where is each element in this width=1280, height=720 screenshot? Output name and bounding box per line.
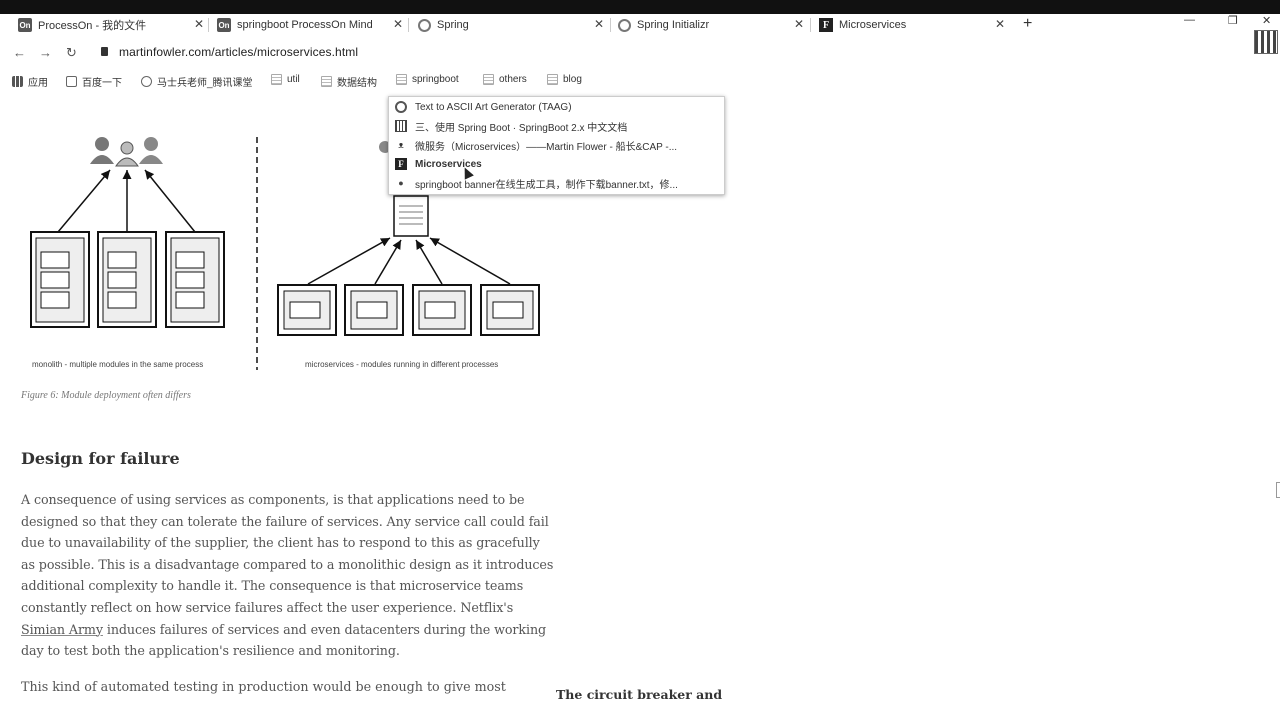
user-icon: [139, 137, 163, 164]
bookmark-folder-data-structure[interactable]: 数据结构: [321, 74, 377, 89]
menu-item-springboot-docs[interactable]: 三、使用 Spring Boot · SpringBoot 2.x 中文文档: [395, 117, 720, 135]
section-heading: Design for failure: [21, 449, 180, 468]
bookmark-folder-blog[interactable]: blog: [547, 74, 582, 85]
tab-divider: [408, 18, 409, 32]
scrollbar[interactable]: [1276, 482, 1280, 498]
close-icon[interactable]: ✕: [194, 17, 204, 31]
forward-button[interactable]: →: [39, 45, 52, 60]
tab-title: Spring: [437, 19, 469, 31]
tab-microservices[interactable]: F Microservices ✕: [819, 14, 1005, 36]
article-paragraph: A consequence of using services as compo…: [21, 489, 557, 662]
url-input[interactable]: martinfowler.com/articles/microservices.…: [119, 45, 358, 59]
close-icon[interactable]: ✕: [995, 17, 1005, 31]
tab-divider: [810, 18, 811, 32]
tab-springboot-processon[interactable]: On springboot ProcessOn Mind ✕: [217, 14, 403, 36]
minimize-button[interactable]: —: [1184, 14, 1195, 26]
folder-icon: [321, 76, 332, 87]
bookmark-folder-others[interactable]: others: [483, 74, 527, 85]
bookmark-folder-springboot[interactable]: springboot: [396, 74, 459, 85]
tab-spring[interactable]: Spring ✕: [418, 14, 604, 36]
server-icon: [30, 231, 90, 328]
martinfowler-icon: F: [395, 158, 407, 170]
window-close-button[interactable]: ✕: [1262, 14, 1271, 27]
close-icon[interactable]: ✕: [794, 17, 804, 31]
bookmark-folder-menu: Text to ASCII Art Generator (TAAG) 三、使用 …: [388, 96, 725, 195]
microservices-caption: microservices - modules running in diffe…: [305, 360, 499, 369]
menu-item-microservices[interactable]: F Microservices: [395, 155, 720, 173]
sidebar-title: The circuit breaker and: [556, 687, 723, 702]
tab-title: Spring Initializr: [637, 19, 710, 31]
tab-title: Microservices: [839, 19, 907, 31]
book-icon: [395, 120, 407, 132]
bookmark-label: 马士兵老师_腾讯课堂: [157, 78, 253, 89]
menu-item-label: Text to ASCII Art Generator (TAAG): [415, 101, 572, 113]
bookmark-label: 数据结构: [337, 78, 377, 89]
qr-code-icon[interactable]: [1254, 30, 1278, 54]
figure-caption: Figure 6: Module deployment often differ…: [21, 390, 191, 401]
new-tab-button[interactable]: +: [1023, 15, 1032, 33]
menu-item-label: 微服务（Microservices）——Martin Flower - 船长&C…: [415, 141, 678, 153]
bookmark-label: blog: [563, 74, 582, 85]
globe-icon: [395, 101, 407, 113]
folder-icon: [547, 74, 558, 85]
baidu-icon: [66, 76, 77, 87]
martinfowler-icon: F: [819, 18, 833, 32]
bookmark-apps[interactable]: 应用: [12, 74, 48, 89]
spring-icon: [418, 18, 431, 32]
tab-spring-initializr[interactable]: Spring Initializr ✕: [618, 14, 804, 36]
service-box: [412, 284, 472, 336]
lock-icon: [101, 47, 108, 56]
menu-item-label: Microservices: [415, 158, 482, 170]
simian-army-link[interactable]: Simian Army: [21, 622, 103, 637]
monolith-caption: monolith - multiple modules in the same …: [32, 360, 204, 369]
article-paragraph: This kind of automated testing in produc…: [21, 679, 506, 694]
tab-processon[interactable]: On ProcessOn - 我的文件 ✕: [18, 14, 204, 36]
tencent-class-icon: [141, 76, 152, 87]
document-icon: [393, 195, 429, 237]
folder-icon: [396, 74, 407, 85]
menu-item-label: 三、使用 Spring Boot · SpringBoot 2.x 中文文档: [415, 122, 628, 134]
user-icon: [90, 137, 114, 164]
tab-strip: On ProcessOn - 我的文件 ✕ On springboot Proc…: [0, 14, 1280, 36]
apps-grid-icon: [12, 76, 23, 87]
bookmark-baidu[interactable]: 百度一下: [66, 74, 122, 89]
user-icon: ᴥ: [398, 140, 404, 150]
spring-icon: [618, 18, 631, 32]
restore-button[interactable]: ❐: [1228, 14, 1238, 27]
tab-title: springboot ProcessOn Mind: [237, 19, 373, 31]
bookmark-label: 百度一下: [82, 78, 122, 89]
bookmark-folder-util[interactable]: util: [271, 74, 300, 85]
reload-button[interactable]: ↻: [66, 45, 77, 61]
user-icon: [115, 141, 139, 167]
tab-title: ProcessOn - 我的文件: [38, 20, 147, 32]
folder-icon: [271, 74, 282, 85]
menu-item-label: springboot banner在线生成工具，制作下载banner.txt，修…: [415, 179, 678, 191]
close-icon[interactable]: ✕: [594, 17, 604, 31]
back-button[interactable]: ←: [13, 45, 26, 60]
window-top-edge: [0, 0, 1280, 14]
bookmark-label: util: [287, 74, 300, 85]
tab-divider: [208, 18, 209, 32]
bookmark-tencent-class[interactable]: 马士兵老师_腾讯课堂: [141, 74, 253, 89]
menu-item-springboot-banner[interactable]: ● springboot banner在线生成工具，制作下载banner.txt…: [395, 174, 720, 192]
service-box: [344, 284, 404, 336]
processon-icon: On: [18, 18, 32, 32]
bookmark-label: 应用: [28, 78, 48, 89]
processon-icon: On: [217, 18, 231, 32]
paragraph-text: A consequence of using services as compo…: [21, 492, 554, 615]
folder-icon: [483, 74, 494, 85]
server-icon: [165, 231, 225, 328]
bookmark-label: others: [499, 74, 527, 85]
leaf-icon: ●: [398, 178, 404, 188]
service-box: [277, 284, 337, 336]
server-icon: [97, 231, 157, 328]
service-box: [480, 284, 540, 336]
tab-divider: [610, 18, 611, 32]
menu-item-microservices-cn[interactable]: ᴥ 微服务（Microservices）——Martin Flower - 船长…: [395, 136, 720, 154]
menu-item-taag[interactable]: Text to ASCII Art Generator (TAAG): [395, 98, 720, 116]
bookmark-label: springboot: [412, 74, 459, 85]
close-icon[interactable]: ✕: [393, 17, 403, 31]
